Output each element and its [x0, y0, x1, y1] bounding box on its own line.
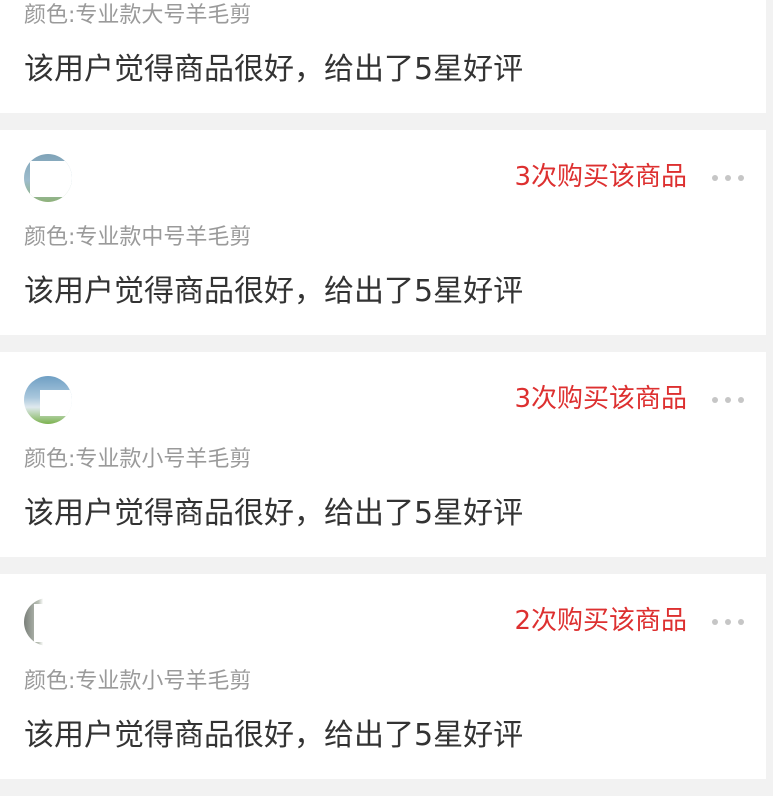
product-spec: 颜色:专业款大号羊毛剪: [24, 3, 252, 28]
purchase-count: 3次购买该商品: [514, 162, 687, 192]
avatar-mask: [30, 161, 72, 197]
dot: [725, 397, 731, 403]
review-text: 该用户觉得商品很好，给出了5星好评: [24, 718, 524, 753]
dot: [738, 175, 744, 181]
purchase-count: 2次购买该商品: [514, 606, 687, 636]
avatar-mask: [34, 604, 72, 642]
review-card[interactable]: 2次购买该商品 颜色:专业款小号羊毛剪 该用户觉得商品很好，给出了5星好评: [0, 574, 766, 779]
dot: [712, 175, 718, 181]
more-dots-icon[interactable]: [710, 396, 746, 404]
more-dots-icon[interactable]: [710, 618, 746, 626]
review-text: 该用户觉得商品很好，给出了5星好评: [24, 52, 524, 87]
product-spec: 颜色:专业款中号羊毛剪: [24, 225, 252, 250]
review-text: 该用户觉得商品很好，给出了5星好评: [24, 274, 524, 309]
user-avatar-icon[interactable]: [24, 376, 72, 424]
product-spec: 颜色:专业款小号羊毛剪: [24, 669, 252, 694]
more-dots-icon[interactable]: [710, 174, 746, 182]
dot: [738, 397, 744, 403]
dot: [725, 619, 731, 625]
review-card[interactable]: 颜色:专业款大号羊毛剪 该用户觉得商品很好，给出了5星好评: [0, 0, 766, 113]
review-card[interactable]: 3次购买该商品 颜色:专业款中号羊毛剪 该用户觉得商品很好，给出了5星好评: [0, 130, 766, 335]
dot: [738, 619, 744, 625]
purchase-count: 3次购买该商品: [514, 384, 687, 414]
review-text: 该用户觉得商品很好，给出了5星好评: [24, 496, 524, 531]
user-avatar-icon[interactable]: [24, 598, 72, 646]
dot: [725, 175, 731, 181]
avatar-mask: [40, 390, 72, 416]
dot: [712, 619, 718, 625]
review-list: 颜色:专业款大号羊毛剪 该用户觉得商品很好，给出了5星好评 3次购买该商品 颜色…: [0, 0, 766, 796]
user-avatar-icon[interactable]: [24, 154, 72, 202]
product-spec: 颜色:专业款小号羊毛剪: [24, 447, 252, 472]
review-card[interactable]: 3次购买该商品 颜色:专业款小号羊毛剪 该用户觉得商品很好，给出了5星好评: [0, 352, 766, 557]
dot: [712, 397, 718, 403]
